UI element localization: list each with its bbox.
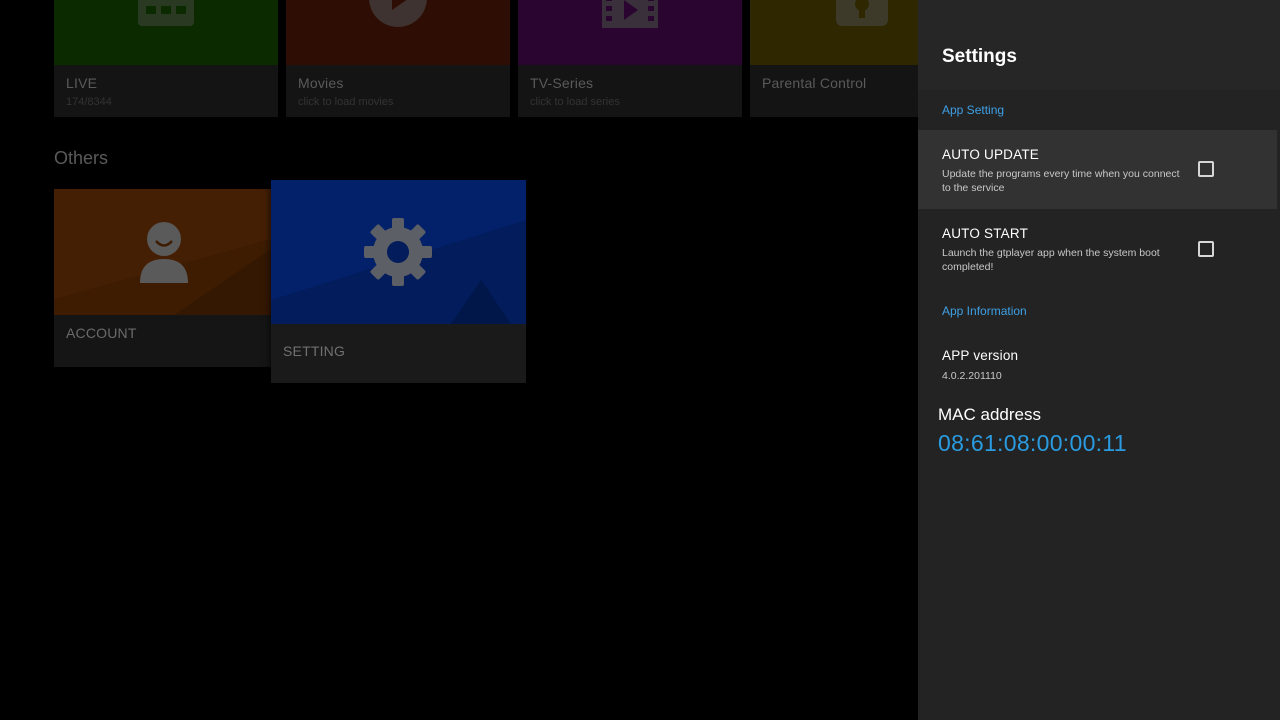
tile-setting-art bbox=[271, 180, 526, 324]
mac-address-label: MAC address bbox=[938, 405, 1041, 424]
tile-movies[interactable]: Movies click to load movies bbox=[286, 0, 510, 117]
tile-series-art bbox=[518, 0, 742, 65]
tile-setting[interactable]: SETTING bbox=[271, 180, 526, 383]
film-icon bbox=[602, 0, 658, 28]
auto-update-checkbox[interactable] bbox=[1198, 161, 1214, 177]
section-title-others: Others bbox=[54, 148, 109, 168]
pref-auto-update[interactable]: AUTO UPDATE Update the programs every ti… bbox=[918, 130, 1277, 209]
home-screen: LIVE 174/8344 Movies click to load movie… bbox=[0, 0, 918, 720]
tile-parental-title: Parental Control bbox=[762, 75, 867, 91]
play-icon bbox=[369, 0, 427, 27]
person-icon bbox=[140, 222, 188, 283]
mac-address-value: 08:61:08:00:00:11 bbox=[938, 430, 1127, 456]
app-version-title: APP version bbox=[942, 348, 1019, 363]
lock-icon bbox=[836, 0, 888, 26]
settings-panel: Settings App Setting AUTO UPDATE Update … bbox=[918, 0, 1280, 720]
tile-live-title: LIVE bbox=[66, 75, 98, 91]
pref-auto-start[interactable]: AUTO START Launch the gtplayer app when … bbox=[918, 210, 1277, 288]
tile-live-count: 174/8344 bbox=[66, 96, 112, 108]
tile-setting-title: SETTING bbox=[283, 343, 346, 359]
auto-start-checkbox[interactable] bbox=[1198, 241, 1214, 257]
tile-movies-title: Movies bbox=[298, 75, 344, 91]
tile-series-subtitle: click to load series bbox=[530, 96, 620, 108]
grid-tv-icon bbox=[138, 0, 194, 26]
tile-account-title: ACCOUNT bbox=[66, 325, 137, 341]
tile-live-meta: LIVE 174/8344 bbox=[54, 65, 278, 117]
tile-movies-art bbox=[286, 0, 510, 65]
tile-live-art bbox=[54, 0, 278, 65]
tile-movies-meta: Movies click to load movies bbox=[286, 65, 510, 117]
gear-icon bbox=[364, 218, 432, 286]
pref-auto-update-summary: Update the programs every time when you … bbox=[942, 168, 1180, 194]
tile-parental-meta: Parental Control bbox=[750, 65, 918, 117]
tile-series-title: TV-Series bbox=[530, 75, 594, 91]
tile-account[interactable]: ACCOUNT bbox=[54, 189, 271, 367]
pref-auto-start-title: AUTO START bbox=[942, 226, 1029, 241]
pref-auto-start-summary: Launch the gtplayer app when the system … bbox=[942, 247, 1160, 273]
app-version-value: 4.0.2.201110 bbox=[942, 370, 1002, 382]
tile-movies-subtitle: click to load movies bbox=[298, 96, 394, 108]
tile-setting-meta: SETTING bbox=[271, 324, 526, 383]
settings-title: Settings bbox=[942, 46, 1017, 67]
tile-series[interactable]: TV-Series click to load series bbox=[518, 0, 742, 117]
pref-auto-update-title: AUTO UPDATE bbox=[942, 147, 1039, 162]
section-label-app-information: App Information bbox=[942, 304, 1027, 318]
tile-account-meta: ACCOUNT bbox=[54, 315, 271, 367]
pref-app-version: APP version 4.0.2.201110 bbox=[918, 332, 1277, 392]
tile-parental-control[interactable]: Parental Control bbox=[750, 0, 918, 117]
tile-live[interactable]: LIVE 174/8344 bbox=[54, 0, 278, 117]
tile-series-meta: TV-Series click to load series bbox=[518, 65, 742, 117]
tile-account-art bbox=[54, 189, 271, 315]
tile-parental-art bbox=[750, 0, 918, 65]
section-label-app-setting: App Setting bbox=[942, 103, 1005, 117]
settings-header bbox=[918, 0, 1280, 90]
